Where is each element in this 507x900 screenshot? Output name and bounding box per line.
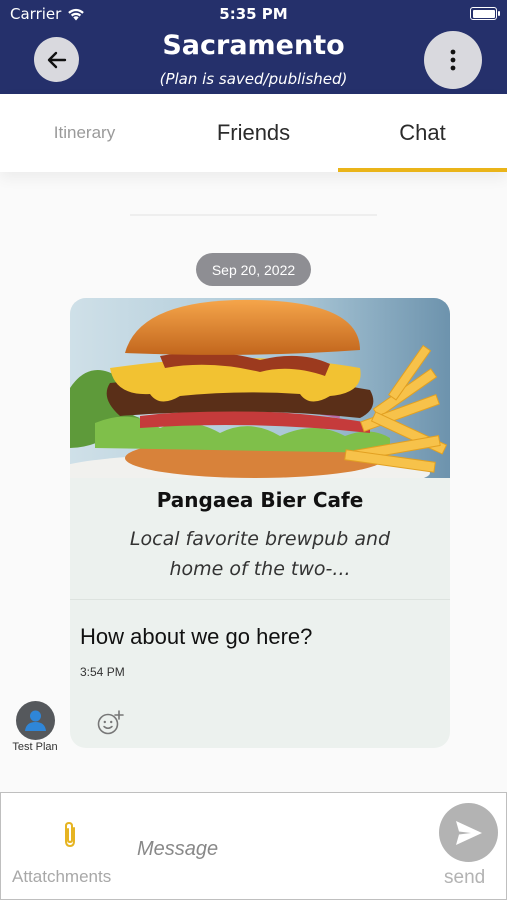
more-options-button[interactable] [424, 31, 482, 89]
active-tab-indicator [338, 168, 507, 172]
place-title: Pangaea Bier Cafe [156, 488, 364, 512]
message-input[interactable] [137, 833, 417, 865]
user-icon [25, 710, 46, 731]
message-composer: Attatchments send [0, 792, 507, 900]
status-time: 5:35 PM [219, 5, 288, 23]
sender-name: Test Plan [12, 741, 58, 753]
status-bar: Carrier 5:35 PM [0, 0, 507, 28]
tab-chat[interactable]: Chat [338, 94, 507, 172]
place-description: Local favorite brewpub and home of the t… [129, 528, 391, 580]
send-label[interactable]: send [444, 867, 485, 889]
send-button[interactable] [439, 803, 498, 862]
send-icon [455, 820, 482, 845]
message-bubble[interactable]: Pangaea Bier Cafe Local favorite brewpub… [70, 298, 450, 748]
tab-itinerary[interactable]: Itinerary [0, 94, 169, 172]
add-reaction-icon[interactable] [95, 708, 125, 738]
tab-bar: Itinerary Friends Chat [0, 94, 507, 172]
message-text: How about we go here? [80, 624, 313, 649]
message-timestamp: 3:54 PM [80, 665, 125, 679]
avatar[interactable] [16, 701, 55, 740]
paperclip-icon[interactable] [59, 820, 81, 850]
app-header: Carrier 5:35 PM Sacramento (Plan is save… [0, 0, 507, 94]
battery-icon [470, 7, 500, 20]
attachments-label[interactable]: Attatchments [12, 867, 111, 887]
chat-screen: Carrier 5:35 PM Sacramento (Plan is save… [0, 0, 507, 900]
place-photo[interactable] [70, 298, 450, 478]
tab-friends[interactable]: Friends [169, 94, 338, 172]
vertical-dots-icon [450, 49, 456, 71]
scroll-divider [130, 214, 377, 216]
card-divider [70, 599, 450, 600]
date-separator: Sep 20, 2022 [196, 253, 311, 286]
